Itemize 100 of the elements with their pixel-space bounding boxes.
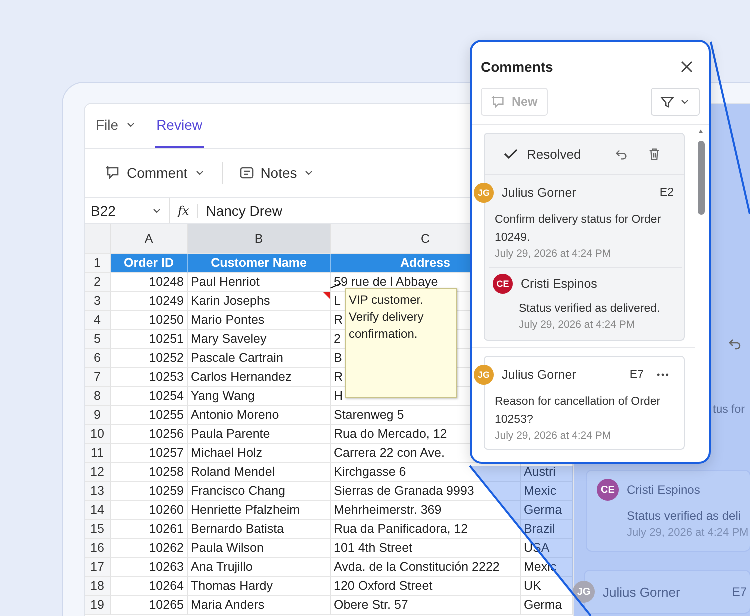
table-cell: 10259 xyxy=(111,482,188,501)
table-cell: Paula Parente xyxy=(191,427,270,441)
table-cell: 10260 xyxy=(111,501,188,520)
row-number: 5 xyxy=(85,330,111,349)
table-cell: 10262 xyxy=(111,539,188,558)
row-number: 3 xyxy=(85,292,111,311)
table-cell: Karin Josephs xyxy=(191,294,270,308)
table-cell: 120 Oxford Street xyxy=(331,577,521,596)
row-number: 17 xyxy=(85,558,111,577)
table-cell: Germa xyxy=(521,596,573,615)
comment-text: Status verified as delivered. xyxy=(518,302,662,317)
table-cell: Carlos Hernandez xyxy=(191,370,292,384)
table-cell: Brazil xyxy=(521,520,573,539)
table-cell: Bernardo Batista xyxy=(191,522,284,536)
column-header[interactable]: A xyxy=(111,224,188,254)
comment-button[interactable]: Comment xyxy=(101,161,210,185)
formula-value[interactable]: Nancy Drew xyxy=(206,202,282,218)
table-cell: 10249 xyxy=(111,292,188,311)
row-number: 9 xyxy=(85,406,111,425)
table-cell: 10248 xyxy=(111,273,188,292)
scroll-up-icon[interactable] xyxy=(697,129,705,135)
table-cell: 10263 xyxy=(111,558,188,577)
row-number: 1 xyxy=(85,254,111,273)
table-cell: Roland Mendel xyxy=(191,465,276,479)
ribbon-tab[interactable]: File xyxy=(94,104,139,148)
row-number: 16 xyxy=(85,539,111,558)
table-cell: Germa xyxy=(521,501,573,520)
column-title: Customer Name xyxy=(211,256,307,270)
column-header[interactable]: B xyxy=(188,224,331,254)
table-cell: Thomas Hardy xyxy=(191,579,273,593)
row-number: 7 xyxy=(85,368,111,387)
row-number: 4 xyxy=(85,311,111,330)
note-icon xyxy=(238,165,255,181)
resolved-button[interactable]: Resolved xyxy=(503,146,600,162)
row-number: 11 xyxy=(85,444,111,463)
table-cell: Mario Pontes xyxy=(191,313,265,327)
table-cell: Rua da Panificadora, 12 xyxy=(331,520,521,539)
table-cell: Mexic xyxy=(521,482,573,501)
row-number: 2 xyxy=(85,273,111,292)
table-cell: Maria Anders xyxy=(191,598,265,612)
cell-reference: E2 xyxy=(660,187,674,199)
row-number: 14 xyxy=(85,501,111,520)
timestamp: July 29, 2026 at 4:24 PM xyxy=(626,527,750,539)
table-cell: UK xyxy=(521,577,573,596)
cell-reference: E7 xyxy=(630,369,644,381)
table-cell: Yang Wang xyxy=(191,389,255,403)
comment-add-icon xyxy=(491,94,506,110)
table-cell: Paul Henriot xyxy=(191,275,260,289)
row-number: 10 xyxy=(85,425,111,444)
table-cell: 10251 xyxy=(111,330,188,349)
table-cell: Antonio Moreno xyxy=(191,408,280,422)
table-cell: 10250 xyxy=(111,311,188,330)
table-cell: 10264 xyxy=(111,577,188,596)
new-comment-button: New xyxy=(481,88,548,116)
table-cell: 10255 xyxy=(111,406,188,425)
table-cell: Obere Str. 57 xyxy=(331,596,521,615)
table-cell: 101 4th Street xyxy=(331,539,521,558)
avatar: CE xyxy=(597,479,619,501)
table-cell: 10261 xyxy=(111,520,188,539)
row-number: 13 xyxy=(85,482,111,501)
table-cell: 10254 xyxy=(111,387,188,406)
notes-button[interactable]: Notes xyxy=(234,161,320,185)
table-cell: Henriette Pfalzheim xyxy=(191,503,300,517)
table-cell: Ana Trujillo xyxy=(191,560,253,574)
filter-icon xyxy=(660,94,675,110)
comment-add-icon xyxy=(105,165,121,181)
row-number: 18 xyxy=(85,577,111,596)
table-cell: Sierras de Granada 9993 xyxy=(331,482,521,501)
row-number: 8 xyxy=(85,387,111,406)
column-title: Order ID xyxy=(111,254,188,273)
table-cell: Avda. de la Constitución 2222 xyxy=(331,558,521,577)
function-label: fx xyxy=(170,204,198,218)
row-number: 15 xyxy=(85,520,111,539)
panel-title: Comments xyxy=(481,59,554,75)
table-cell: 10258 xyxy=(111,463,188,482)
author-name: Cristi Espinos xyxy=(627,483,700,497)
avatar: JG xyxy=(474,365,494,385)
table-cell: Francisco Chang xyxy=(191,484,286,498)
author-name: Julius Gorner xyxy=(502,186,578,200)
filter-button[interactable] xyxy=(651,88,700,116)
close-icon[interactable] xyxy=(679,59,695,75)
table-cell: 10256 xyxy=(111,425,188,444)
table-cell: 10252 xyxy=(111,349,188,368)
table-cell: Mary Saveley xyxy=(191,332,267,346)
table-cell: Pascale Cartrain xyxy=(191,351,284,365)
avatar: JG xyxy=(573,581,595,603)
table-cell: Paula Wilson xyxy=(191,541,264,555)
ribbon-tab[interactable]: Review xyxy=(154,104,204,148)
trash-icon[interactable] xyxy=(647,146,662,162)
row-number: 12 xyxy=(85,463,111,482)
scrollbar-thumb[interactable] xyxy=(698,141,705,215)
row-number: 6 xyxy=(85,349,111,368)
author-name: Cristi Espinos xyxy=(521,277,598,291)
avatar: CE xyxy=(493,274,513,294)
name-box[interactable]: B22 xyxy=(85,198,170,223)
note-popup: VIP customer. Verify delivery confirmation. xyxy=(345,288,457,398)
cell-reference: E7 xyxy=(732,585,747,599)
timestamp: July 29, 2026 at 4:24 PM xyxy=(518,318,636,333)
table-cell: 10257 xyxy=(111,444,188,463)
avatar: JG xyxy=(474,183,494,203)
